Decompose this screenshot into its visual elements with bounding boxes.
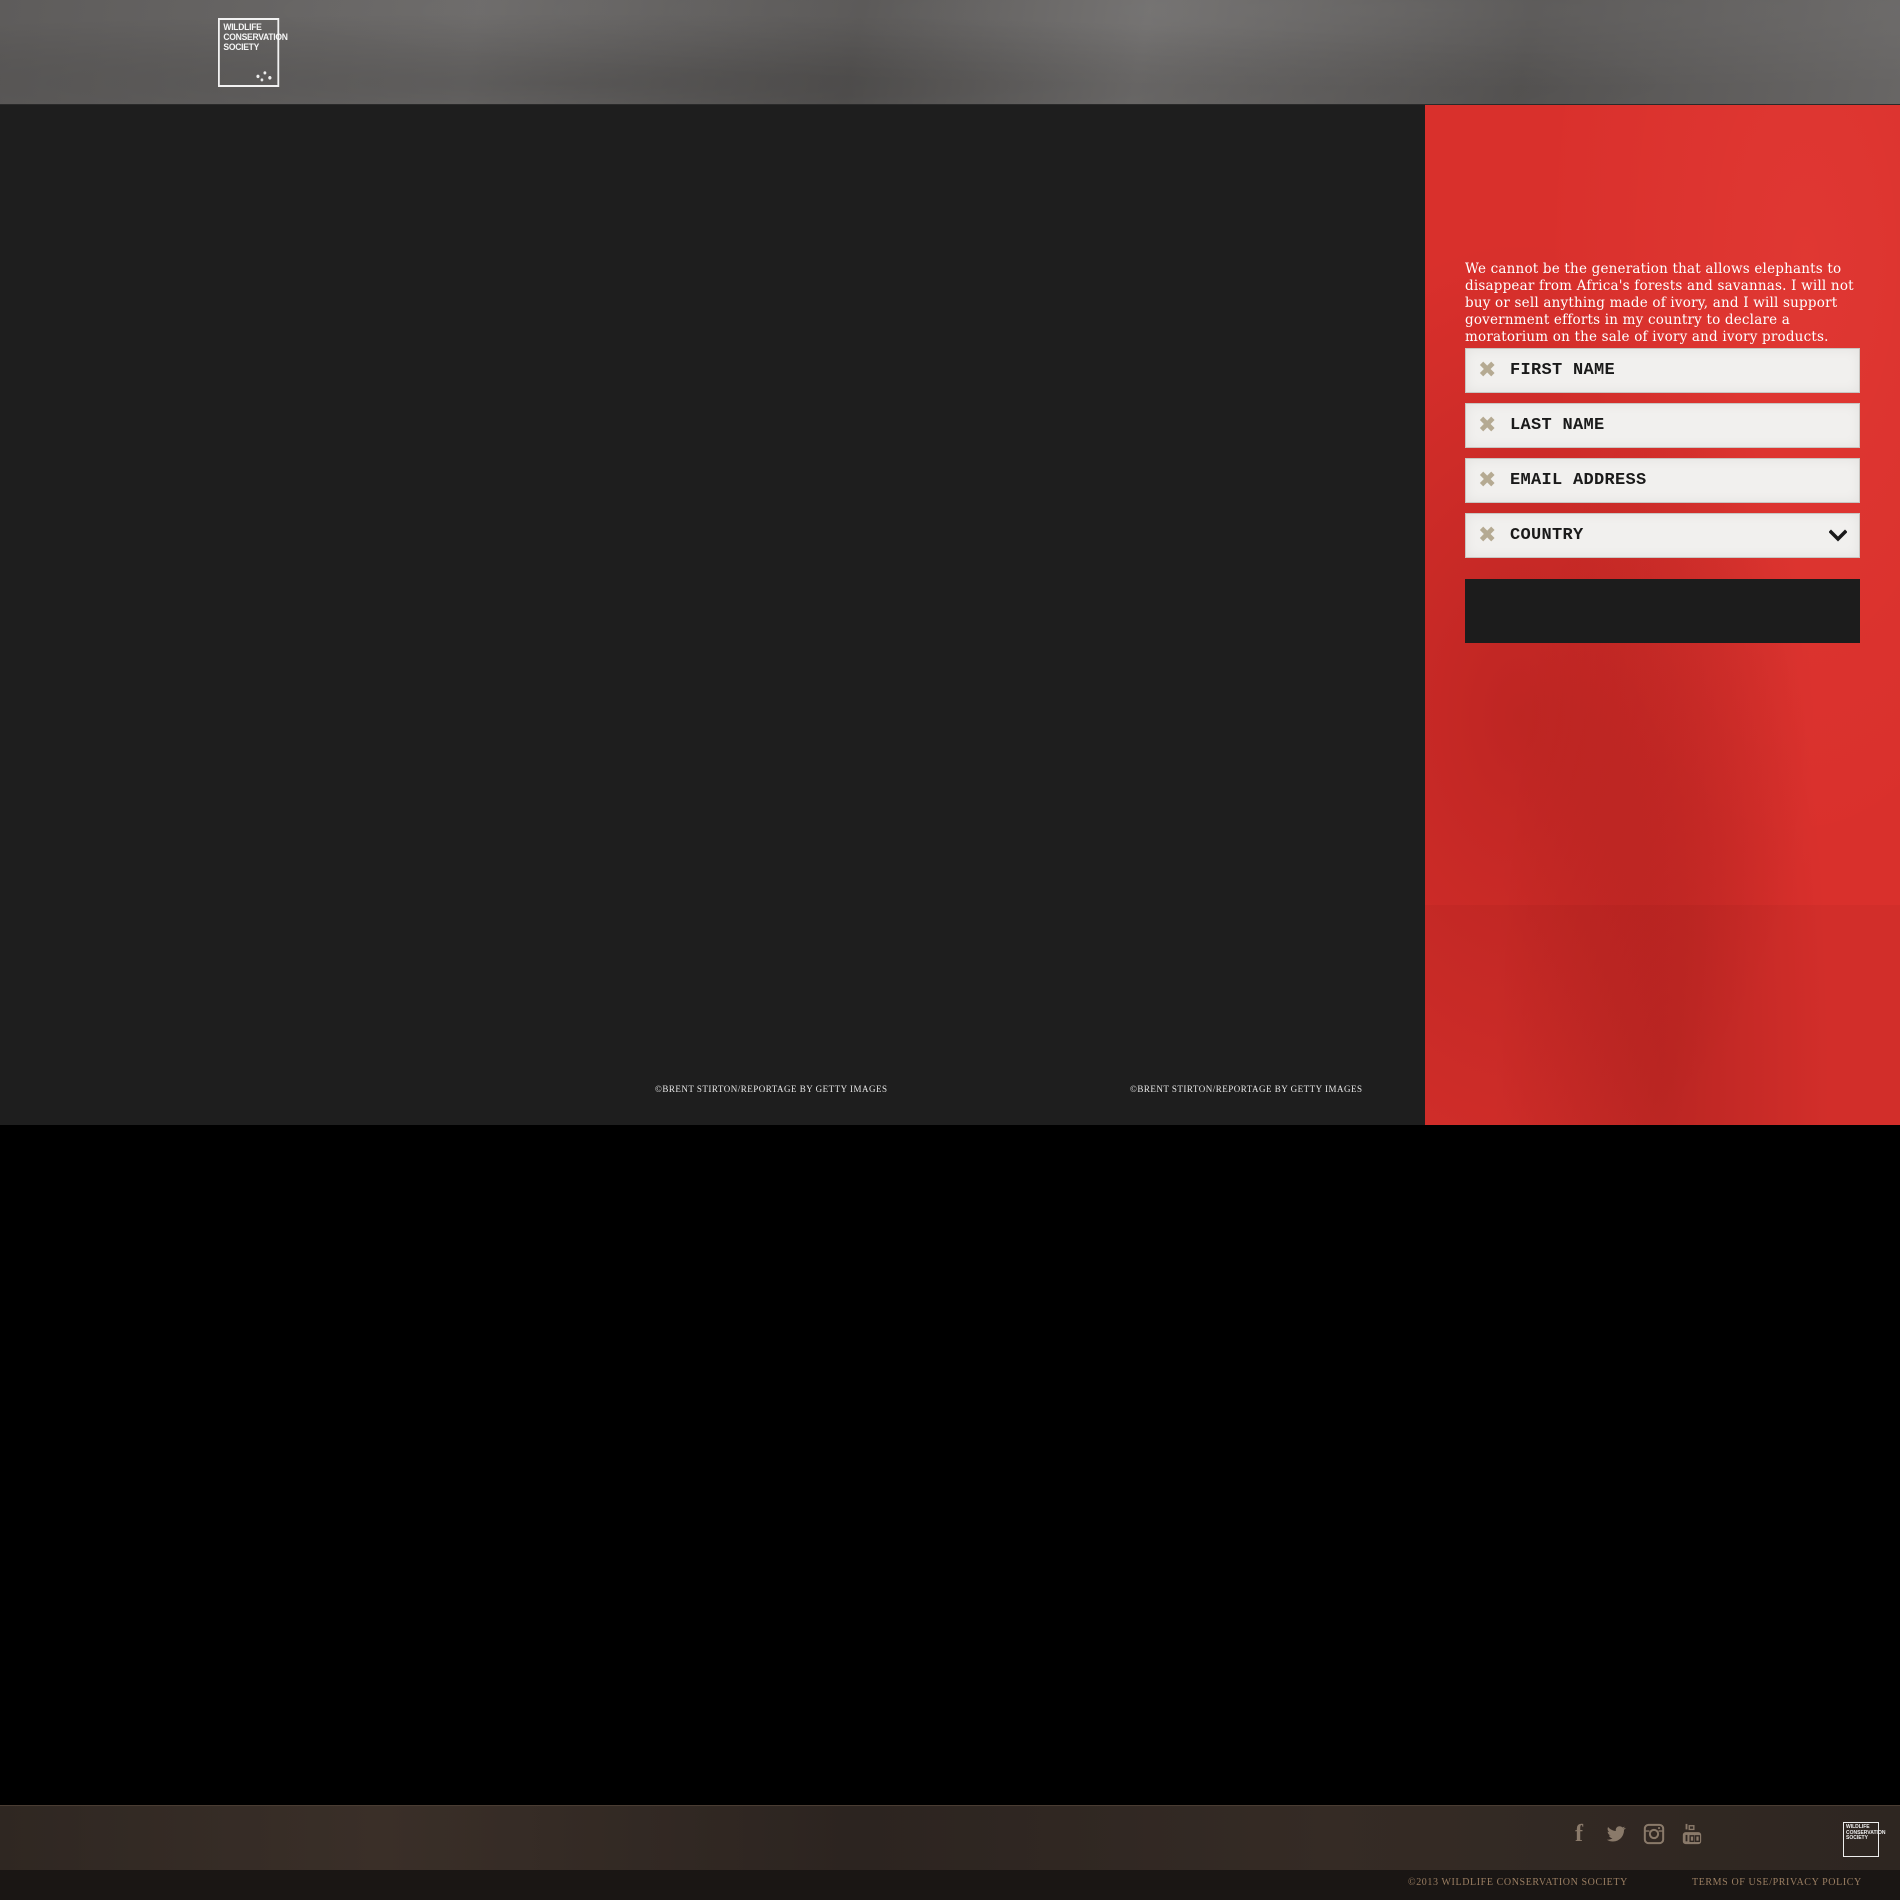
instagram-icon[interactable] — [1643, 1822, 1665, 1846]
facebook-icon[interactable]: f — [1568, 1822, 1590, 1846]
footer-wcs-logo[interactable]: WILDLIFE CONSERVATION SOCIETY — [1843, 1822, 1885, 1857]
youtube-icon[interactable] — [1681, 1822, 1703, 1846]
pledge-panel-lower — [1425, 905, 1900, 1125]
required-x-icon: ✖ — [1478, 468, 1497, 493]
site-header: WILDLIFE CONSERVATION SOCIETY — [0, 0, 1900, 105]
footer-logo-line-3: SOCIETY — [1846, 1835, 1868, 1841]
twitter-icon[interactable] — [1605, 1822, 1627, 1846]
pledge-panel: We cannot be the generation that allows … — [1425, 105, 1900, 1125]
country-select[interactable]: ✖ COUNTRY — [1465, 513, 1860, 558]
first-name-input[interactable] — [1510, 349, 1840, 392]
required-x-icon: ✖ — [1478, 413, 1497, 438]
last-name-input[interactable] — [1510, 404, 1840, 447]
required-x-icon: ✖ — [1478, 358, 1497, 383]
logo-line-3: SOCIETY — [223, 42, 260, 53]
email-input[interactable] — [1510, 459, 1840, 502]
pledge-text: We cannot be the generation that allows … — [1465, 260, 1854, 345]
last-name-field[interactable]: ✖ — [1465, 403, 1860, 448]
chevron-down-icon — [1829, 529, 1847, 542]
email-field[interactable]: ✖ — [1465, 458, 1860, 503]
logo-splatter — [254, 68, 274, 82]
country-select-value: COUNTRY — [1510, 526, 1584, 545]
hero-video-area — [0, 105, 1425, 1125]
page-body — [0, 1125, 1900, 1805]
terms-privacy-link[interactable]: Terms of Use/Privacy Policy — [1692, 1877, 1862, 1888]
photo-credit-2: ©Brent Stirton/Reportage by Getty Images — [1130, 1084, 1363, 1094]
copyright-text: ©2013 Wildlife Conservation Society — [1408, 1877, 1628, 1888]
photo-credit-1: ©Brent Stirton/Reportage by Getty Images — [655, 1084, 888, 1094]
wcs-logo[interactable]: WILDLIFE CONSERVATION SOCIETY — [218, 18, 288, 87]
submit-pledge-button[interactable] — [1465, 579, 1860, 643]
first-name-field[interactable]: ✖ — [1465, 348, 1860, 393]
required-x-icon: ✖ — [1478, 523, 1497, 548]
